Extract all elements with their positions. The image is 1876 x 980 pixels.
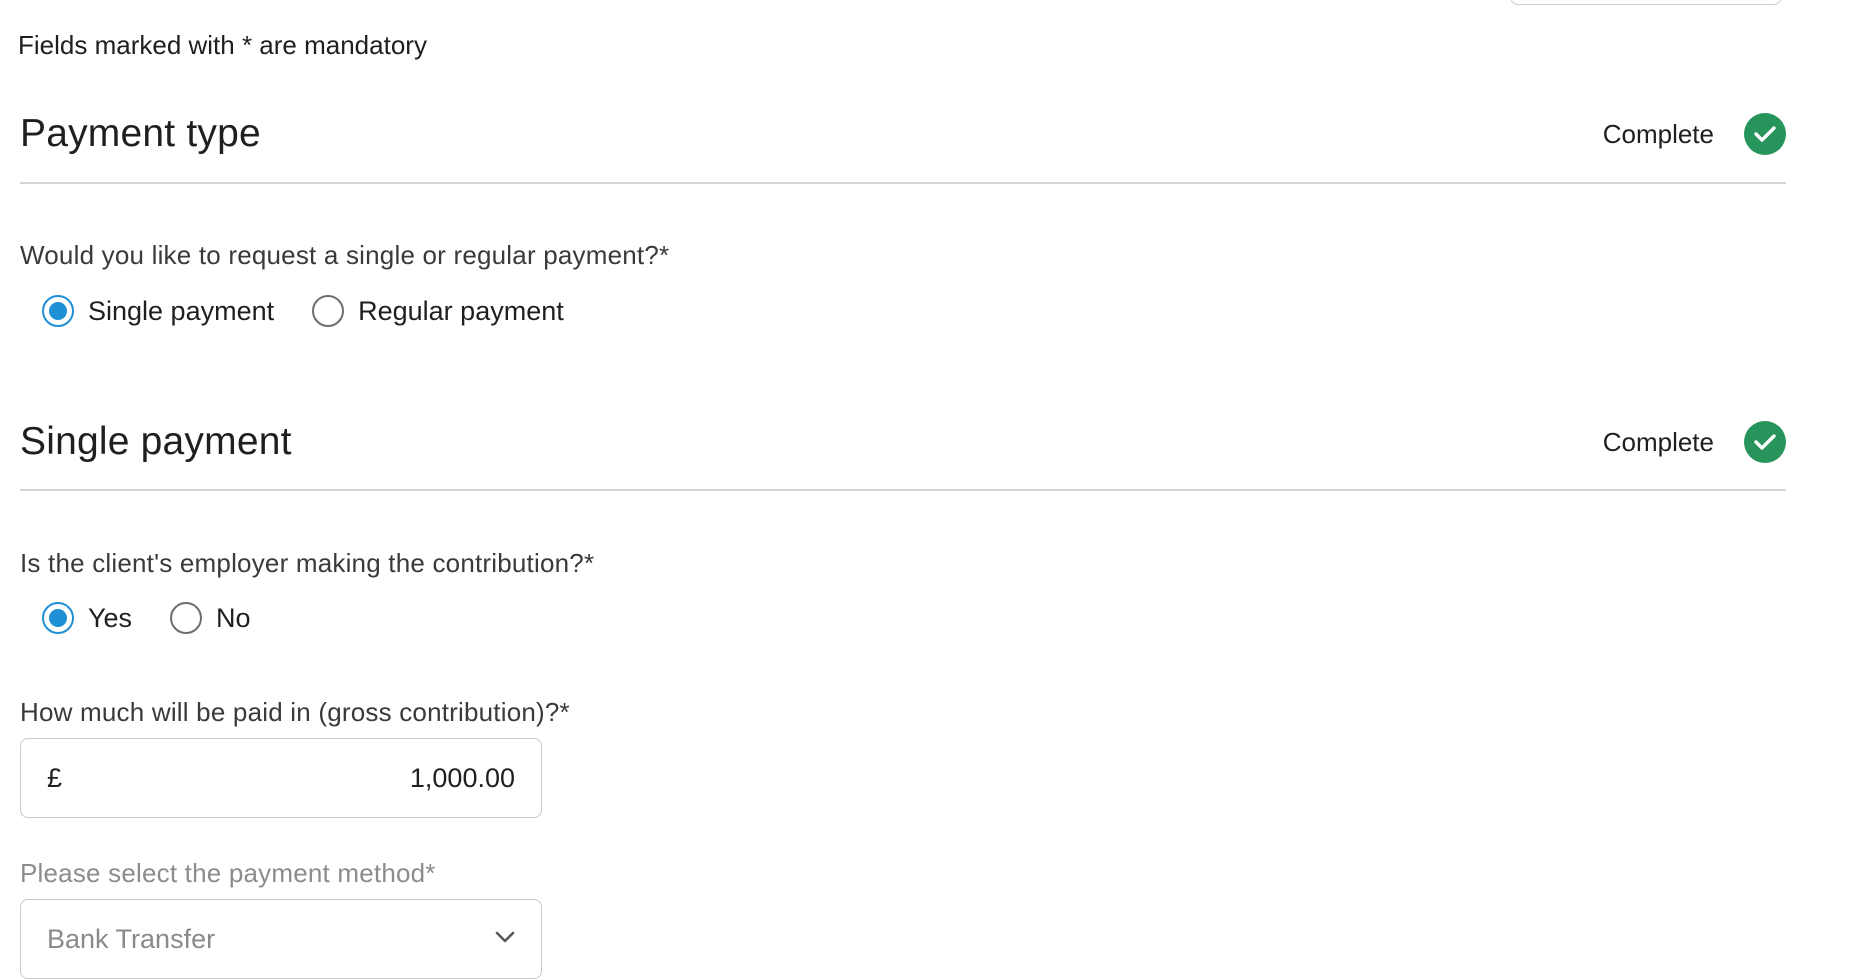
gross-contribution-field[interactable]: £ bbox=[20, 738, 542, 818]
section-divider bbox=[20, 182, 1786, 184]
radio-yes[interactable]: Yes bbox=[42, 602, 132, 634]
top-control-edge[interactable] bbox=[1510, 0, 1782, 5]
single-payment-title: Single payment bbox=[20, 420, 292, 463]
payment-method-select[interactable]: Bank Transfer bbox=[20, 899, 542, 979]
payment-type-header: Payment type Complete bbox=[20, 112, 1786, 172]
radio-no[interactable]: No bbox=[170, 602, 251, 634]
employer-contribution-question: Is the client's employer making the cont… bbox=[20, 548, 595, 578]
radio-button-checked[interactable] bbox=[42, 602, 74, 634]
payment-frequency-question: Would you like to request a single or re… bbox=[20, 240, 670, 270]
single-payment-header: Single payment Complete bbox=[20, 420, 1786, 480]
check-circle-icon bbox=[1744, 113, 1786, 155]
mandatory-fields-note: Fields marked with * are mandatory bbox=[18, 30, 427, 60]
payment-frequency-radio-group: Single payment Regular payment bbox=[42, 295, 602, 327]
gross-contribution-input[interactable] bbox=[62, 762, 515, 794]
single-payment-status: Complete bbox=[1603, 420, 1786, 464]
radio-button-unchecked[interactable] bbox=[312, 295, 345, 327]
radio-button-checked[interactable] bbox=[42, 295, 74, 327]
payment-type-title: Payment type bbox=[20, 112, 261, 155]
status-text: Complete bbox=[1602, 118, 1714, 149]
payment-type-status: Complete bbox=[1603, 112, 1786, 156]
radio-single-payment[interactable]: Single payment bbox=[42, 295, 274, 327]
radio-label: Yes bbox=[88, 602, 133, 633]
section-divider bbox=[20, 489, 1786, 491]
gross-contribution-question: How much will be paid in (gross contribu… bbox=[20, 697, 570, 727]
currency-symbol: £ bbox=[47, 762, 63, 793]
status-text: Complete bbox=[1602, 426, 1714, 457]
radio-label: No bbox=[216, 602, 251, 633]
employer-contribution-radio-group: Yes No bbox=[42, 602, 289, 634]
radio-regular-payment[interactable]: Regular payment bbox=[312, 295, 564, 327]
chevron-down-icon bbox=[495, 930, 515, 948]
radio-button-unchecked[interactable] bbox=[170, 602, 203, 634]
radio-label: Regular payment bbox=[358, 295, 564, 326]
radio-label: Single payment bbox=[88, 295, 275, 326]
payment-method-question: Please select the payment method* bbox=[20, 858, 436, 888]
check-circle-icon bbox=[1744, 421, 1786, 463]
payment-method-value: Bank Transfer bbox=[47, 923, 216, 954]
payment-form-page: Fields marked with * are mandatory Payme… bbox=[0, 0, 1876, 980]
